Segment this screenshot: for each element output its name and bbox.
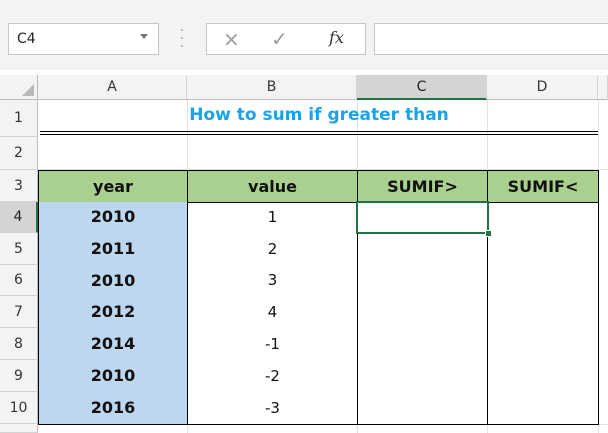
active-cell-selection[interactable] (356, 201, 489, 234)
value-cell[interactable]: 4 (187, 297, 358, 329)
sumif-greater-range[interactable] (357, 202, 488, 425)
year-cell[interactable]: 2014 (38, 329, 188, 361)
year-cell[interactable]: 2010 (38, 202, 188, 234)
cancel-icon[interactable]: × (223, 27, 240, 51)
formula-buttons: × ✓ fx (206, 23, 366, 55)
name-box[interactable]: C4 (8, 23, 159, 55)
header-cell-sumif-less[interactable]: SUMIF< (487, 170, 599, 203)
chevron-down-icon[interactable] (140, 34, 148, 39)
column-header-e[interactable] (598, 75, 608, 100)
title-double-underline (40, 131, 598, 135)
check-icon[interactable]: ✓ (271, 27, 288, 51)
header-cell-sumif-greater[interactable]: SUMIF> (357, 170, 488, 203)
year-cell[interactable]: 2016 (38, 393, 188, 425)
name-box-value: C4 (17, 31, 36, 47)
year-cell[interactable]: 2012 (38, 297, 188, 329)
column-header-a[interactable]: A (38, 75, 187, 100)
header-cell-value[interactable]: value (187, 170, 358, 203)
row-header-10[interactable]: 10 (0, 392, 38, 424)
row-header-5[interactable]: 5 (0, 233, 38, 265)
select-all-icon (22, 84, 34, 96)
column-header-b[interactable]: B (187, 75, 357, 100)
fill-handle[interactable] (485, 230, 492, 237)
column-header-d[interactable]: D (487, 75, 598, 100)
value-cell[interactable]: -3 (187, 393, 358, 425)
row-header-2[interactable]: 2 (0, 137, 38, 170)
select-all-button[interactable] (0, 75, 38, 100)
header-cell-year[interactable]: year (38, 170, 188, 203)
row-header-7[interactable]: 7 (0, 296, 38, 328)
row-header-9[interactable]: 9 (0, 360, 38, 392)
year-cell[interactable]: 2010 (38, 361, 188, 393)
value-cell[interactable]: -2 (187, 361, 358, 393)
column-header-c[interactable]: C (357, 75, 487, 100)
row-header-1[interactable]: 1 (0, 100, 38, 137)
function-icon[interactable]: fx (329, 28, 344, 47)
value-cell[interactable]: 3 (187, 266, 358, 297)
year-cell[interactable]: 2010 (38, 266, 188, 297)
row-header-4[interactable]: 4 (0, 202, 38, 233)
formula-input[interactable] (374, 23, 608, 55)
row-header-8[interactable]: 8 (0, 328, 38, 360)
more-options-icon[interactable]: · · · (172, 24, 192, 54)
sumif-less-range[interactable] (487, 202, 599, 425)
row-header-3[interactable]: 3 (0, 170, 38, 202)
year-cell[interactable]: 2011 (38, 234, 188, 266)
page-title[interactable]: How to sum if greater than (40, 101, 598, 131)
value-cell[interactable]: -1 (187, 329, 358, 361)
row-header-11[interactable] (0, 424, 38, 433)
value-cell[interactable]: 1 (187, 202, 358, 234)
formula-bar: C4 · · · × ✓ fx (0, 0, 608, 70)
value-cell[interactable]: 2 (187, 234, 358, 266)
row-header-6[interactable]: 6 (0, 265, 38, 296)
